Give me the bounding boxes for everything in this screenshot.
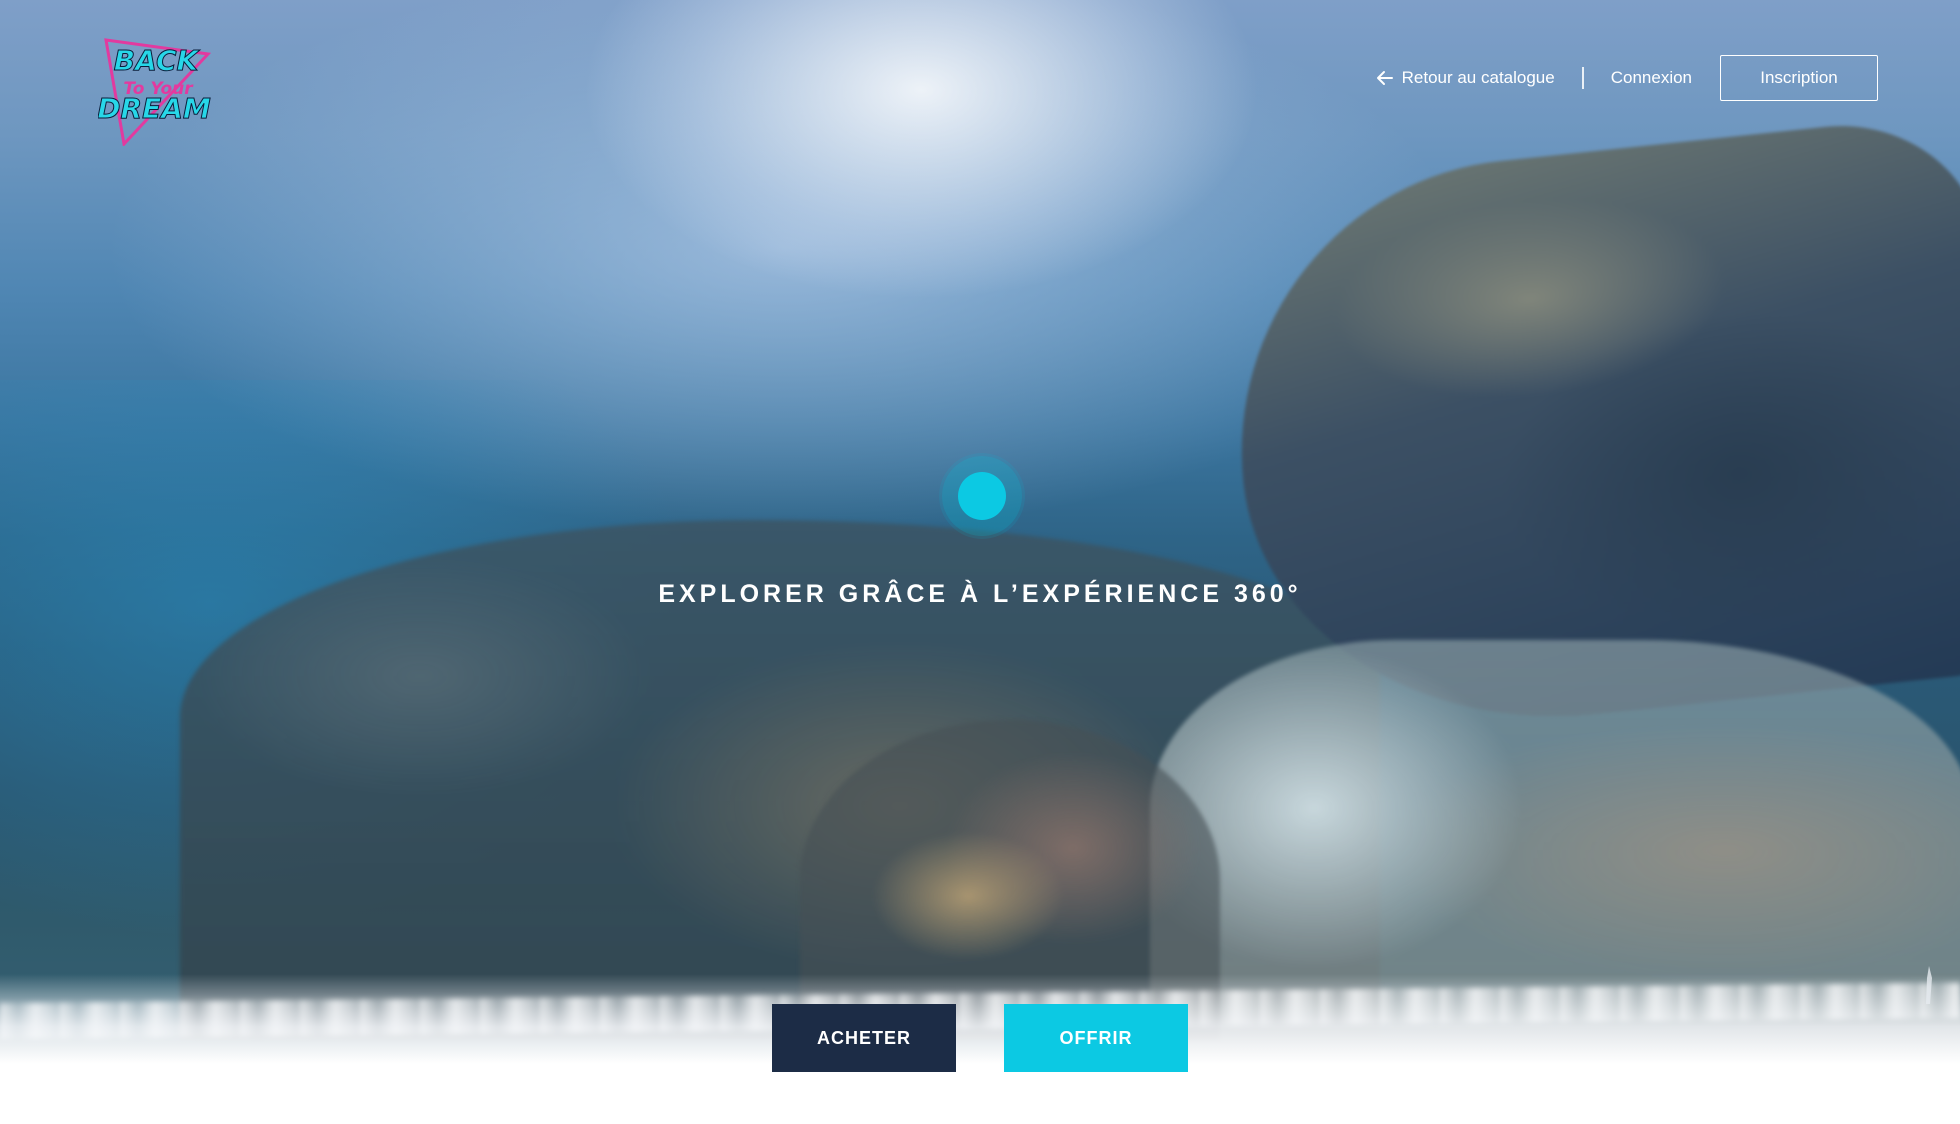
gift-button[interactable]: OFFRIR <box>1004 1004 1188 1072</box>
login-link[interactable]: Connexion <box>1611 68 1692 88</box>
360-pulse-dot <box>958 472 1006 520</box>
site-logo[interactable]: BACK To Your DREAM <box>98 36 214 146</box>
back-to-catalog-label: Retour au catalogue <box>1401 68 1555 87</box>
buy-button[interactable]: ACHETER <box>772 1004 956 1072</box>
underwater-panorama[interactable] <box>0 0 1960 1124</box>
nav-divider <box>1581 67 1584 89</box>
logo-text-line3: DREAM <box>98 92 211 125</box>
signup-button[interactable]: Inscription <box>1720 55 1878 101</box>
360-pulse-icon[interactable] <box>942 456 1022 536</box>
purchase-actions: ACHETER OFFRIR <box>772 1004 1188 1072</box>
arrow-left-icon <box>1376 71 1393 85</box>
diver-silhouette-icon <box>1926 966 1932 1004</box>
experience-headline: EXPLORER GRÂCE À L’EXPÉRIENCE 360° <box>658 580 1302 608</box>
page: BACK To Your DREAM Retour au catalogue C… <box>0 0 1960 1124</box>
logo-text-line1: BACK <box>114 44 201 77</box>
back-to-catalog-link[interactable]: Retour au catalogue <box>1376 68 1555 88</box>
top-nav: Retour au catalogue Connexion Inscriptio… <box>1376 54 1878 102</box>
